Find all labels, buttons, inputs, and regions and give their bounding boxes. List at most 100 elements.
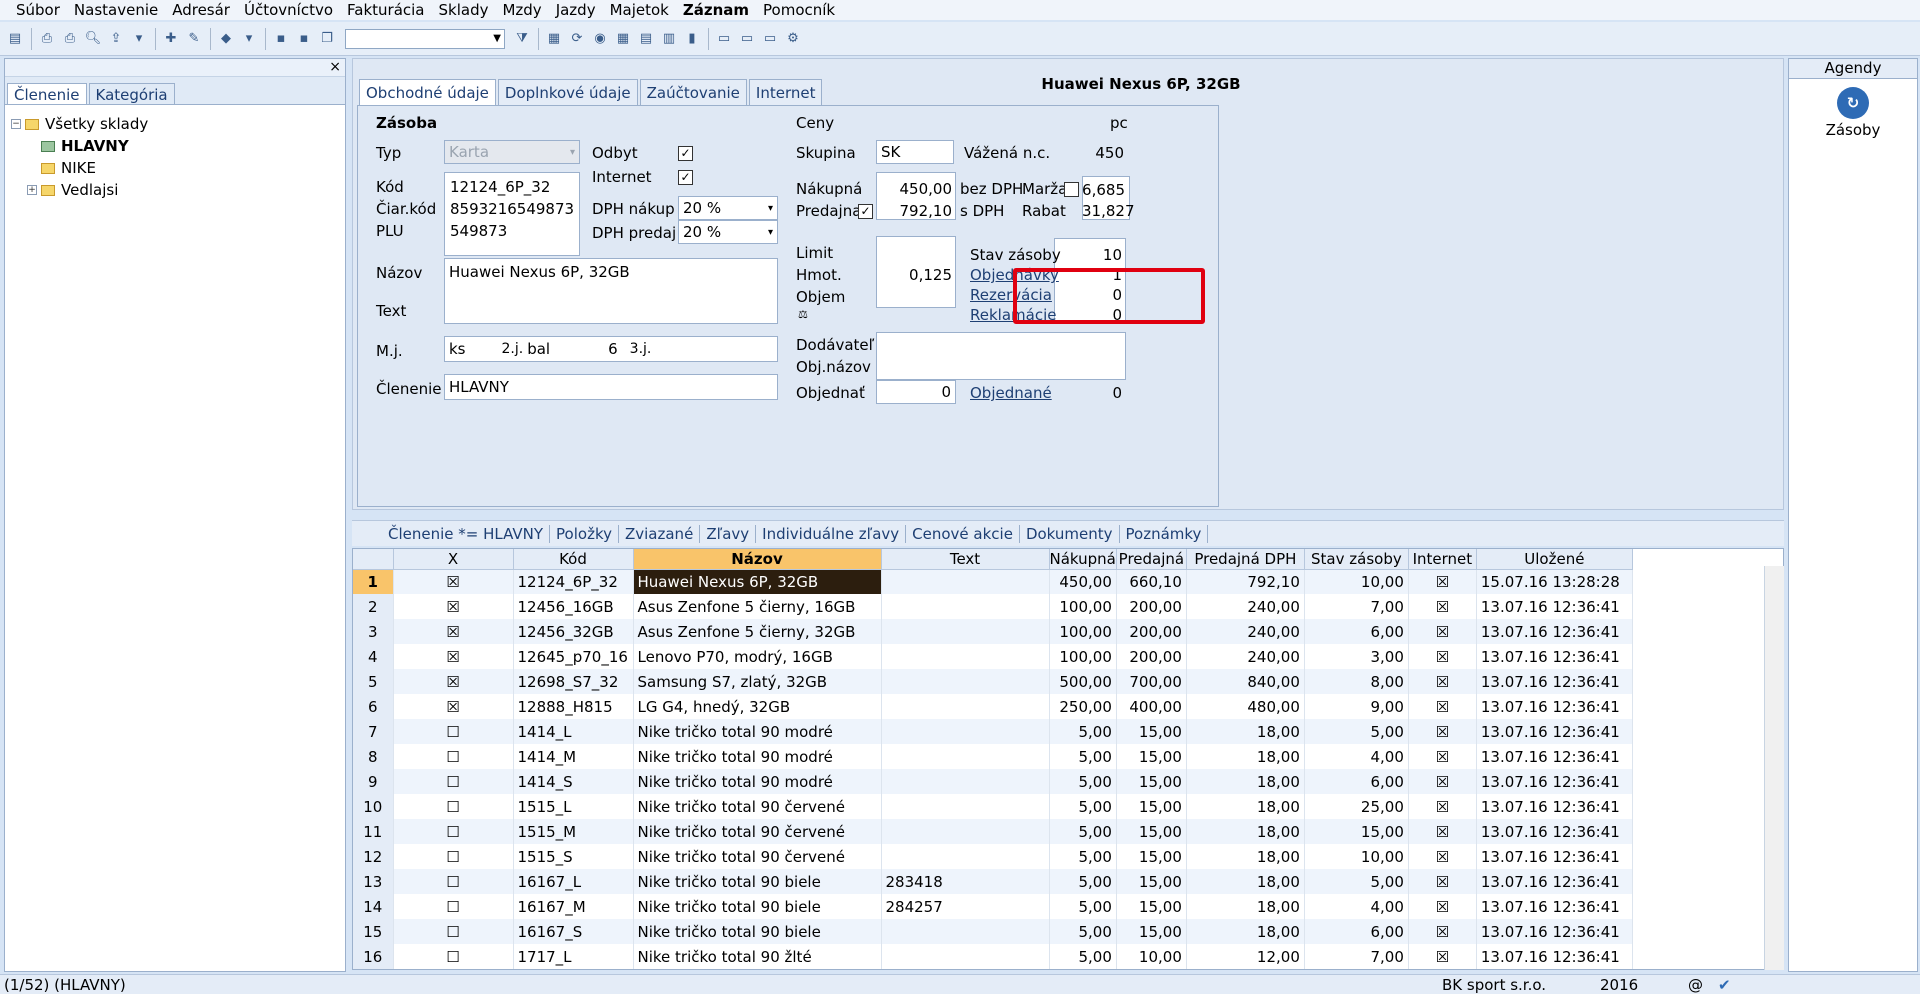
table-row[interactable]: 15 ☐ 16167_S Nike tričko total 90 biele 5,00… bbox=[353, 919, 1633, 944]
table-cell[interactable]: ☐ bbox=[393, 819, 514, 844]
window-icon[interactable]: ▭ bbox=[713, 28, 735, 50]
predajna-checkbox[interactable]: ✓ bbox=[858, 204, 873, 219]
back-arrow-icon[interactable]: ◆ bbox=[215, 28, 237, 50]
close-icon[interactable]: × bbox=[329, 59, 341, 75]
grid-tab-6[interactable]: Dokumenty bbox=[1020, 524, 1120, 543]
table-cell[interactable]: ☒ bbox=[393, 594, 514, 619]
calc-icon[interactable]: ▤ bbox=[635, 28, 657, 50]
menu-item-4[interactable]: Fakturácia bbox=[347, 1, 424, 19]
grid-tab-2[interactable]: Zviazané bbox=[619, 524, 701, 543]
table-cell[interactable]: ☒ bbox=[393, 694, 514, 719]
zasoby-label[interactable]: Zásoby bbox=[1789, 121, 1917, 139]
column-header[interactable]: Stav zásoby bbox=[1304, 549, 1409, 570]
table-cell[interactable]: ☒ bbox=[1408, 844, 1477, 869]
chevron-down-icon[interactable]: ▾ bbox=[768, 203, 777, 214]
menu-item-7[interactable]: Jazdy bbox=[556, 1, 596, 19]
folder-icon[interactable]: ▦ bbox=[543, 28, 565, 50]
tree-item-vedlajsi[interactable]: + Vedlajsi bbox=[11, 179, 339, 201]
table-row[interactable]: 13 ☐ 16167_L Nike tričko total 90 biele 2834… bbox=[353, 869, 1633, 894]
table-cell[interactable]: ☐ bbox=[393, 894, 514, 919]
table-cell[interactable]: ☒ bbox=[1408, 594, 1477, 619]
table-cell[interactable]: ☒ bbox=[1408, 669, 1477, 694]
column-header[interactable] bbox=[353, 549, 394, 570]
column-header[interactable]: Text bbox=[881, 549, 1050, 570]
save-all-icon[interactable]: ▪ bbox=[293, 28, 315, 50]
calc-icon[interactable]: ⚖ bbox=[798, 308, 808, 321]
menu-item-1[interactable]: Nastavenie bbox=[74, 1, 158, 19]
tree-root[interactable]: − Všetky sklady bbox=[11, 113, 339, 135]
table-cell[interactable]: ☒ bbox=[1408, 869, 1477, 894]
table-cell[interactable]: ☒ bbox=[1408, 769, 1477, 794]
table-cell[interactable]: ☒ bbox=[393, 569, 514, 594]
odbyt-checkbox[interactable]: ✓ bbox=[678, 146, 693, 161]
table-row[interactable]: 7 ☐ 1414_L Nike tričko total 90 modré 5,00 15… bbox=[353, 719, 1633, 744]
tab-kategoria[interactable]: Kategória bbox=[88, 83, 175, 104]
ciar-kod-field[interactable]: 8593216549873 bbox=[450, 200, 574, 218]
table-row[interactable]: 11 ☐ 1515_M Nike tričko total 90 červené 5,0… bbox=[353, 819, 1633, 844]
marza-value[interactable]: 46,685 bbox=[1083, 181, 1125, 199]
table-row[interactable]: 8 ☐ 1414_M Nike tričko total 90 modré 5,00 15… bbox=[353, 744, 1633, 769]
dodavatel-field[interactable] bbox=[876, 332, 1126, 380]
table-cell[interactable]: ☐ bbox=[393, 919, 514, 944]
tab-zauctovanie[interactable]: Zaúčtovanie bbox=[639, 79, 747, 106]
column-header[interactable]: Názov bbox=[633, 549, 882, 570]
table-cell[interactable]: ☒ bbox=[393, 669, 514, 694]
nazov-textarea[interactable]: Huawei Nexus 6P, 32GB bbox=[444, 258, 778, 324]
table-cell[interactable]: ☐ bbox=[393, 769, 514, 794]
hmot-value[interactable]: 0,125 bbox=[876, 266, 952, 284]
table-cell[interactable]: ☐ bbox=[393, 869, 514, 894]
table-row[interactable]: 16 ☐ 1717_L Nike tričko total 90 žlté 5,00 10… bbox=[353, 944, 1633, 969]
barcode-icon[interactable]: ▮ bbox=[681, 28, 703, 50]
chevron-down-icon[interactable]: ▾ bbox=[768, 227, 777, 238]
table-cell[interactable]: ☐ bbox=[393, 744, 514, 769]
tab-obchodne-udaje[interactable]: Obchodné údaje bbox=[359, 79, 496, 106]
marza-checkbox[interactable] bbox=[1064, 182, 1079, 197]
table-row[interactable]: 12 ☐ 1515_S Nike tričko total 90 červené 5,0… bbox=[353, 844, 1633, 869]
menu-item-8[interactable]: Majetok bbox=[610, 1, 669, 19]
grid-tab-0[interactable]: Členenie *= HLAVNY bbox=[382, 524, 551, 543]
table-cell[interactable]: ☒ bbox=[393, 619, 514, 644]
print-icon[interactable]: ⎙ bbox=[59, 28, 81, 50]
table-row[interactable]: 1 ☒ 12124_6P_32 Huawei Nexus 6P, 32GB 450,00… bbox=[353, 569, 1633, 594]
tree-item-hlavny[interactable]: HLAVNY bbox=[11, 135, 339, 157]
preview-icon[interactable]: 🔍︎ bbox=[82, 28, 104, 50]
table-cell[interactable]: ☐ bbox=[393, 794, 514, 819]
table-row[interactable]: 14 ☐ 16167_M Nike tričko total 90 biele 2842… bbox=[353, 894, 1633, 919]
menu-item-9[interactable]: Záznam bbox=[683, 1, 749, 19]
filter-icon[interactable]: ⧩ bbox=[511, 28, 533, 50]
export-icon[interactable]: ⇪ bbox=[105, 28, 127, 50]
menu-item-5[interactable]: Sklady bbox=[439, 1, 489, 19]
globe-icon[interactable]: ◉ bbox=[589, 28, 611, 50]
objednat-field[interactable]: 0 bbox=[876, 380, 956, 404]
tab-doplnkove-udaje[interactable]: Doplnkové údaje bbox=[497, 79, 638, 106]
grid-tab-1[interactable]: Položky bbox=[550, 524, 619, 543]
skupina-field[interactable]: SK bbox=[876, 140, 954, 164]
window-icon[interactable]: ▭ bbox=[736, 28, 758, 50]
table-cell[interactable]: ☒ bbox=[1408, 744, 1477, 769]
expand-icon[interactable]: + bbox=[27, 185, 37, 195]
table-row[interactable]: 9 ☐ 1414_S Nike tričko total 90 modré 5,00 15… bbox=[353, 769, 1633, 794]
tools-icon[interactable]: ⚙ bbox=[782, 28, 804, 50]
print-icon[interactable]: ⎙ bbox=[36, 28, 58, 50]
vertical-scrollbar[interactable] bbox=[1764, 566, 1784, 970]
table-row[interactable]: 3 ☒ 12456_32GB Asus Zenfone 5 čierny, 32GB 1… bbox=[353, 619, 1633, 644]
rabat-value[interactable]: 31,827 bbox=[1082, 202, 1135, 220]
column-header[interactable]: Kód bbox=[513, 549, 634, 570]
table-cell[interactable]: ☒ bbox=[1408, 894, 1477, 919]
window-icon[interactable]: ▭ bbox=[759, 28, 781, 50]
menu-item-10[interactable]: Pomocník bbox=[763, 1, 835, 19]
table-cell[interactable]: ☒ bbox=[1408, 569, 1477, 594]
table-cell[interactable]: ☐ bbox=[393, 719, 514, 744]
table-row[interactable]: 2 ☒ 12456_16GB Asus Zenfone 5 čierny, 16GB 1… bbox=[353, 594, 1633, 619]
save-icon[interactable]: ▪ bbox=[270, 28, 292, 50]
column-header[interactable]: Predajná DPH bbox=[1186, 549, 1305, 570]
new-icon[interactable]: ✚ bbox=[160, 28, 182, 50]
objednane-link[interactable]: Objednané bbox=[970, 384, 1052, 402]
internet-checkbox[interactable]: ✓ bbox=[678, 170, 693, 185]
table-row[interactable]: 5 ☒ 12698_S7_32 Samsung S7, zlatý, 32GB 500,… bbox=[353, 669, 1633, 694]
copy-icon[interactable]: ❐ bbox=[316, 28, 338, 50]
mj-value[interactable]: ks bbox=[449, 340, 466, 358]
clenenie-field[interactable]: HLAVNY bbox=[444, 374, 778, 400]
mj2-qty[interactable]: 6 bbox=[608, 340, 618, 358]
column-header[interactable]: Uložené bbox=[1476, 549, 1633, 570]
